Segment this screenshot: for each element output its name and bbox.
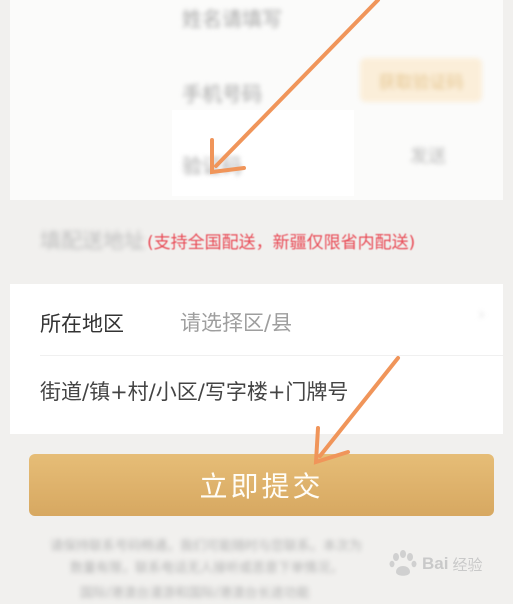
paw-logo-icon bbox=[389, 550, 417, 576]
chevron-right-icon: › bbox=[478, 304, 486, 325]
address-section-title: 填配送地址 (支持全国配送，新疆仅限省内配送) bbox=[40, 225, 415, 255]
section-title-text: 填配送地址 bbox=[40, 229, 145, 253]
section-note: (支持全国配送，新疆仅限省内配送) bbox=[147, 233, 416, 253]
code-field[interactable]: 验证码 bbox=[182, 150, 242, 179]
name-field[interactable]: 姓名请填写 bbox=[182, 3, 282, 32]
region-select[interactable] bbox=[180, 306, 420, 340]
region-label: 所在地区 bbox=[40, 312, 124, 336]
watermark-sub: 经验 bbox=[452, 555, 483, 574]
street-address-input[interactable] bbox=[40, 375, 420, 409]
get-code-button[interactable]: 获取验证码 bbox=[360, 58, 482, 102]
divider bbox=[40, 355, 503, 356]
send-code-button[interactable]: 发送 bbox=[410, 142, 462, 168]
baidu-jingyan-watermark: Bai 经验 bbox=[388, 550, 482, 578]
disclaimer-line-3: 国际/港澳台漫游和国际/港澳台长途功能 bbox=[80, 586, 310, 601]
watermark-brand: Bai bbox=[422, 554, 449, 573]
disclaimer-line-2: 数量有限，联系电话无人接听或恶意下单情况， bbox=[70, 561, 344, 576]
disclaimer-line-1: 请保持联系号码畅通，我们可能随时与您联系。本次为 bbox=[50, 539, 363, 554]
phone-field[interactable]: 手机号码 bbox=[182, 78, 262, 107]
submit-button[interactable]: 立即提交 bbox=[29, 454, 494, 516]
